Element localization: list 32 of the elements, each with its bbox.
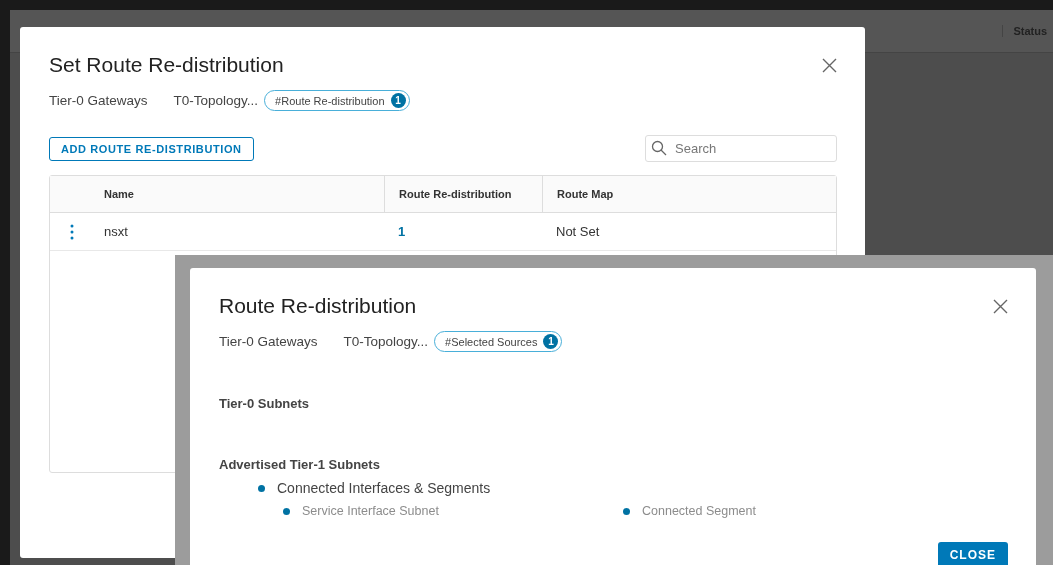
section-heading: Tier-0 Subnets — [219, 396, 311, 411]
count-link[interactable]: 1 — [384, 224, 542, 239]
close-button[interactable] — [993, 298, 1008, 314]
breadcrumb-item: T0-Topology... — [343, 334, 429, 349]
item-label: Service Interface Subnet — [302, 504, 439, 518]
item-label: Connected Interfaces & Segments — [277, 480, 491, 496]
item-label: Connected Segment — [642, 504, 756, 518]
close-icon — [993, 298, 1008, 314]
close-button[interactable]: CLOSE — [937, 542, 1008, 565]
close-icon — [822, 57, 837, 73]
section-heading: Advertised Tier-1 Subnets — [219, 457, 381, 472]
table-cell-text: nsxt — [103, 224, 129, 239]
bullet-icon — [283, 507, 290, 515]
column-header: Name — [103, 187, 135, 202]
breadcrumb-item: T0-Topology... — [173, 93, 259, 108]
breadcrumb-item: Tier-0 Gateways — [219, 334, 318, 349]
add-button[interactable]: ADD ROUTE RE-DISTRIBUTION — [49, 136, 254, 161]
column-header: Route Map — [542, 176, 836, 212]
count-badge: 1 — [543, 334, 559, 349]
search-field[interactable]: Search — [645, 135, 837, 162]
badge-label: #Route Re-distribution — [275, 94, 385, 107]
count-badge: 1 — [390, 93, 406, 108]
dialog-title: Set Route Re-distribution — [49, 53, 284, 77]
badge-label: #Selected Sources — [445, 335, 538, 348]
table-cell-text: Not Set — [555, 224, 601, 239]
column-header: Route Re-distribution — [384, 176, 542, 212]
bullet-icon — [258, 484, 265, 492]
dialog-title: Route Re-distribution — [219, 294, 417, 318]
breadcrumb-item: Tier-0 Gateways — [49, 93, 148, 108]
search-icon — [651, 140, 667, 156]
bullet-icon — [623, 507, 630, 515]
close-button[interactable] — [822, 57, 837, 73]
